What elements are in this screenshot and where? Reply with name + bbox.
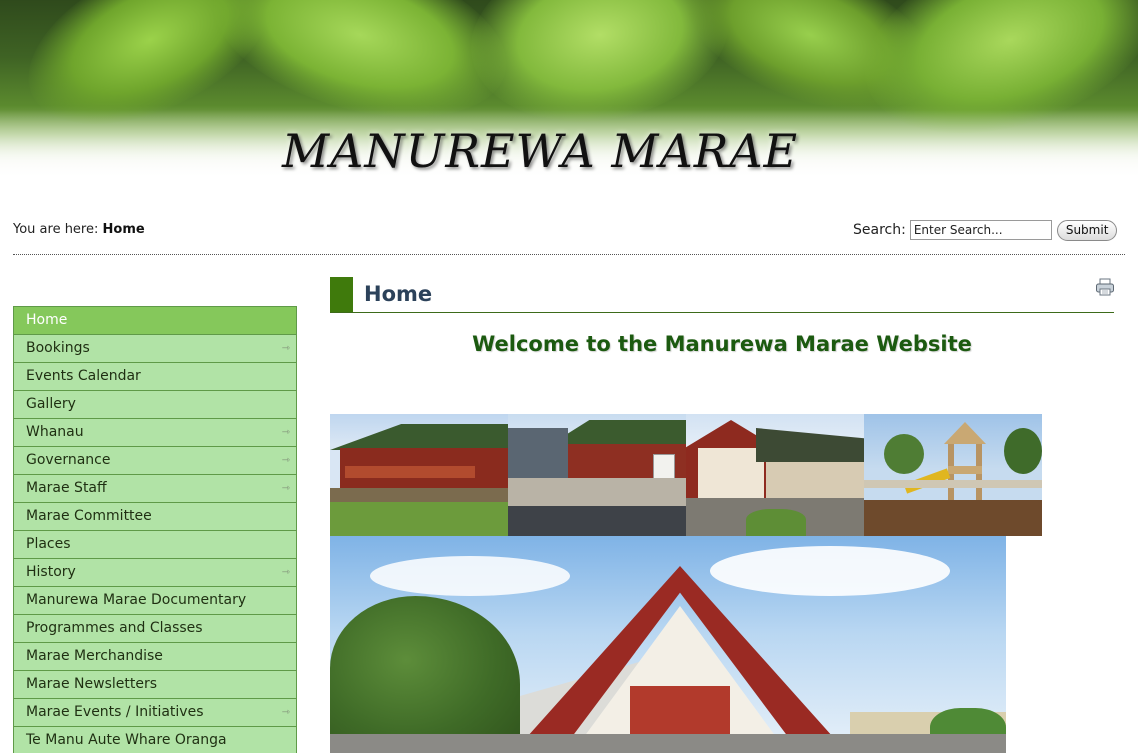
menu-item-events-initiatives[interactable]: Marae Events / Initiatives ⇾ xyxy=(14,699,296,727)
search-label: Search: xyxy=(853,222,906,238)
breadcrumb: You are here: Home xyxy=(13,222,145,237)
content-heading: Home xyxy=(330,277,1114,313)
menu-item-programmes[interactable]: Programmes and Classes xyxy=(14,615,296,643)
menu-item-label: Bookings xyxy=(26,340,90,356)
menu-item-label: Marae Committee xyxy=(26,508,152,524)
submenu-arrow-icon: ⇾ xyxy=(281,427,290,438)
search-form: Search: Submit xyxy=(853,218,1118,242)
submenu-arrow-icon: ⇾ xyxy=(281,707,290,718)
menu-item-merchandise[interactable]: Marae Merchandise xyxy=(14,643,296,671)
marae-building-photo-3 xyxy=(686,414,864,536)
menu-item-label: Governance xyxy=(26,452,111,468)
marae-building-photo-1 xyxy=(330,414,508,536)
menu-item-label: Marae Events / Initiatives xyxy=(26,704,204,720)
menu-item-label: Manurewa Marae Documentary xyxy=(26,592,247,608)
menu-item-label: History xyxy=(26,564,76,580)
printer-icon[interactable] xyxy=(1095,278,1115,296)
menu-item-bookings[interactable]: Bookings ⇾ xyxy=(14,335,296,363)
submenu-arrow-icon: ⇾ xyxy=(281,567,290,578)
main-menu: Home Bookings ⇾ Events Calendar Gallery W… xyxy=(13,306,297,753)
header-banner: MANUREWA MARAE xyxy=(0,0,1138,192)
menu-item-label: Marae Merchandise xyxy=(26,648,163,664)
menu-item-te-manu-aute[interactable]: Te Manu Aute Whare Oranga xyxy=(14,727,296,753)
breadcrumb-prefix: You are here: xyxy=(13,222,99,237)
welcome-heading: Welcome to the Manurewa Marae Website xyxy=(472,332,972,356)
playground-photo xyxy=(864,414,1042,536)
site-title: MANUREWA MARAE xyxy=(282,124,799,178)
menu-item-governance[interactable]: Governance ⇾ xyxy=(14,447,296,475)
submenu-arrow-icon: ⇾ xyxy=(281,483,290,494)
menu-item-label: Marae Newsletters xyxy=(26,676,158,692)
menu-item-label: Gallery xyxy=(26,396,76,412)
search-submit-button[interactable]: Submit xyxy=(1056,219,1118,241)
header-divider xyxy=(13,254,1125,255)
page-title: Home xyxy=(364,282,433,306)
menu-item-label: Whanau xyxy=(26,424,84,440)
menu-item-newsletters[interactable]: Marae Newsletters xyxy=(14,671,296,699)
menu-item-marae-committee[interactable]: Marae Committee xyxy=(14,503,296,531)
menu-item-history[interactable]: History ⇾ xyxy=(14,559,296,587)
menu-item-places[interactable]: Places xyxy=(14,531,296,559)
menu-item-gallery[interactable]: Gallery xyxy=(14,391,296,419)
marae-building-photo-2 xyxy=(508,414,686,536)
menu-item-home[interactable]: Home xyxy=(14,307,296,335)
menu-item-label: Places xyxy=(26,536,71,552)
breadcrumb-current: Home xyxy=(102,222,145,237)
menu-item-marae-staff[interactable]: Marae Staff ⇾ xyxy=(14,475,296,503)
menu-item-label: Events Calendar xyxy=(26,368,141,384)
heading-accent-bar xyxy=(330,277,353,312)
submenu-arrow-icon: ⇾ xyxy=(281,343,290,354)
menu-item-label: Programmes and Classes xyxy=(26,620,203,636)
menu-item-documentary[interactable]: Manurewa Marae Documentary xyxy=(14,587,296,615)
menu-item-whanau[interactable]: Whanau ⇾ xyxy=(14,419,296,447)
submenu-arrow-icon: ⇾ xyxy=(281,455,290,466)
menu-item-events-calendar[interactable]: Events Calendar xyxy=(14,363,296,391)
menu-item-label: Marae Staff xyxy=(26,480,107,496)
wharenui-photo xyxy=(330,536,1006,753)
search-input[interactable] xyxy=(909,220,1052,240)
menu-item-label: Home xyxy=(26,312,68,328)
menu-item-label: Te Manu Aute Whare Oranga xyxy=(26,732,227,748)
